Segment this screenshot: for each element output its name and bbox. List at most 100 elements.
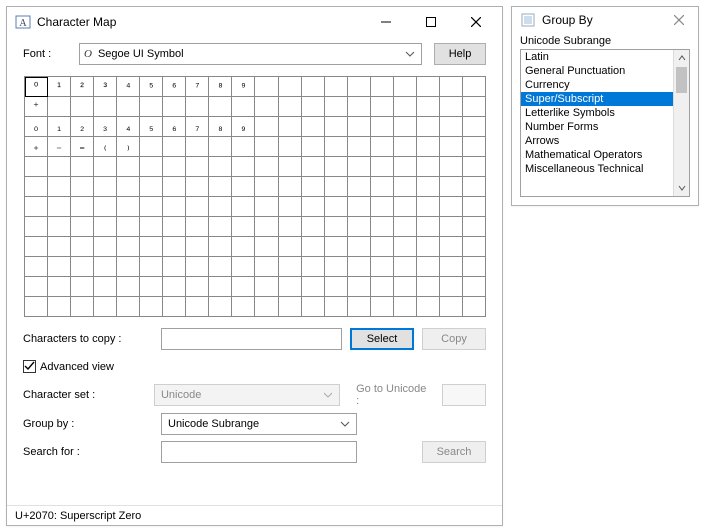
character-cell[interactable] [347, 137, 370, 157]
character-cell[interactable]: ³ [94, 77, 117, 97]
character-cell[interactable] [232, 177, 255, 197]
character-cell[interactable] [94, 97, 117, 117]
character-cell[interactable] [439, 237, 462, 257]
character-cell[interactable] [347, 117, 370, 137]
character-cell[interactable] [370, 137, 393, 157]
character-cell[interactable] [255, 277, 278, 297]
character-cell[interactable] [163, 277, 186, 297]
character-cell[interactable] [209, 277, 232, 297]
character-cell[interactable] [140, 137, 163, 157]
character-cell[interactable] [278, 97, 301, 117]
character-cell[interactable]: ₍ [94, 137, 117, 157]
character-cell[interactable] [370, 257, 393, 277]
character-cell[interactable] [117, 157, 140, 177]
character-cell[interactable] [278, 157, 301, 177]
character-cell[interactable] [232, 157, 255, 177]
character-cell[interactable] [439, 197, 462, 217]
character-cell[interactable] [209, 97, 232, 117]
scroll-up-icon[interactable] [674, 50, 689, 66]
character-cell[interactable] [462, 77, 485, 97]
character-cell[interactable] [71, 177, 94, 197]
character-cell[interactable] [416, 117, 439, 137]
character-cell[interactable] [393, 197, 416, 217]
list-item[interactable]: Mathematical Operators [521, 148, 673, 162]
character-cell[interactable] [163, 97, 186, 117]
character-cell[interactable]: ₀ [25, 117, 48, 137]
character-cell[interactable] [324, 257, 347, 277]
character-cell[interactable] [255, 97, 278, 117]
character-cell[interactable] [186, 237, 209, 257]
scroll-down-icon[interactable] [674, 180, 689, 196]
character-cell[interactable] [324, 277, 347, 297]
character-cell[interactable] [232, 217, 255, 237]
character-cell[interactable] [209, 197, 232, 217]
character-cell[interactable] [25, 217, 48, 237]
character-cell[interactable] [209, 137, 232, 157]
character-cell[interactable] [71, 237, 94, 257]
character-cell[interactable] [439, 137, 462, 157]
character-cell[interactable] [140, 257, 163, 277]
character-cell[interactable] [94, 257, 117, 277]
character-cell[interactable] [462, 117, 485, 137]
character-cell[interactable] [324, 97, 347, 117]
character-cell[interactable] [186, 197, 209, 217]
character-cell[interactable] [301, 137, 324, 157]
character-cell[interactable] [278, 177, 301, 197]
character-cell[interactable] [48, 257, 71, 277]
character-cell[interactable] [232, 197, 255, 217]
character-cell[interactable] [416, 277, 439, 297]
character-cell[interactable] [71, 297, 94, 317]
character-cell[interactable] [347, 277, 370, 297]
copy-button[interactable]: Copy [422, 328, 486, 350]
character-cell[interactable] [94, 197, 117, 217]
character-cell[interactable] [301, 77, 324, 97]
character-cell[interactable]: ₃ [94, 117, 117, 137]
character-cell[interactable] [393, 97, 416, 117]
character-cell[interactable] [117, 257, 140, 277]
character-cell[interactable]: ₆ [163, 117, 186, 137]
character-cell[interactable] [209, 237, 232, 257]
character-cell[interactable] [278, 237, 301, 257]
search-input[interactable] [161, 441, 357, 463]
character-cell[interactable] [370, 277, 393, 297]
character-cell[interactable] [324, 137, 347, 157]
character-cell[interactable]: ⁷ [186, 77, 209, 97]
character-cell[interactable]: ⁶ [163, 77, 186, 97]
character-cell[interactable] [439, 77, 462, 97]
character-cell[interactable] [94, 157, 117, 177]
character-cell[interactable] [163, 217, 186, 237]
character-cell[interactable]: ₄ [117, 117, 140, 137]
character-cell[interactable] [48, 177, 71, 197]
character-cell[interactable] [416, 257, 439, 277]
character-cell[interactable] [209, 157, 232, 177]
character-cell[interactable] [140, 157, 163, 177]
character-cell[interactable] [393, 137, 416, 157]
character-cell[interactable] [393, 157, 416, 177]
character-cell[interactable] [71, 97, 94, 117]
character-cell[interactable] [140, 237, 163, 257]
character-cell[interactable] [186, 177, 209, 197]
character-cell[interactable] [393, 177, 416, 197]
character-cell[interactable]: ₋ [48, 137, 71, 157]
select-button[interactable]: Select [350, 328, 414, 350]
character-cell[interactable] [232, 137, 255, 157]
character-cell[interactable] [232, 97, 255, 117]
character-cell[interactable] [462, 177, 485, 197]
character-cell[interactable] [416, 97, 439, 117]
character-cell[interactable] [140, 217, 163, 237]
character-cell[interactable] [117, 97, 140, 117]
character-cell[interactable] [186, 137, 209, 157]
character-cell[interactable] [301, 97, 324, 117]
character-cell[interactable] [416, 197, 439, 217]
character-cell[interactable] [163, 297, 186, 317]
character-cell[interactable] [278, 77, 301, 97]
subrange-listbox[interactable]: LatinGeneral PunctuationCurrencySuper/Su… [520, 49, 690, 197]
scroll-thumb[interactable] [676, 67, 687, 93]
character-cell[interactable] [393, 277, 416, 297]
character-cell[interactable] [324, 197, 347, 217]
character-cell[interactable] [370, 157, 393, 177]
character-cell[interactable] [324, 77, 347, 97]
character-cell[interactable] [278, 257, 301, 277]
character-cell[interactable] [347, 297, 370, 317]
character-cell[interactable] [324, 157, 347, 177]
